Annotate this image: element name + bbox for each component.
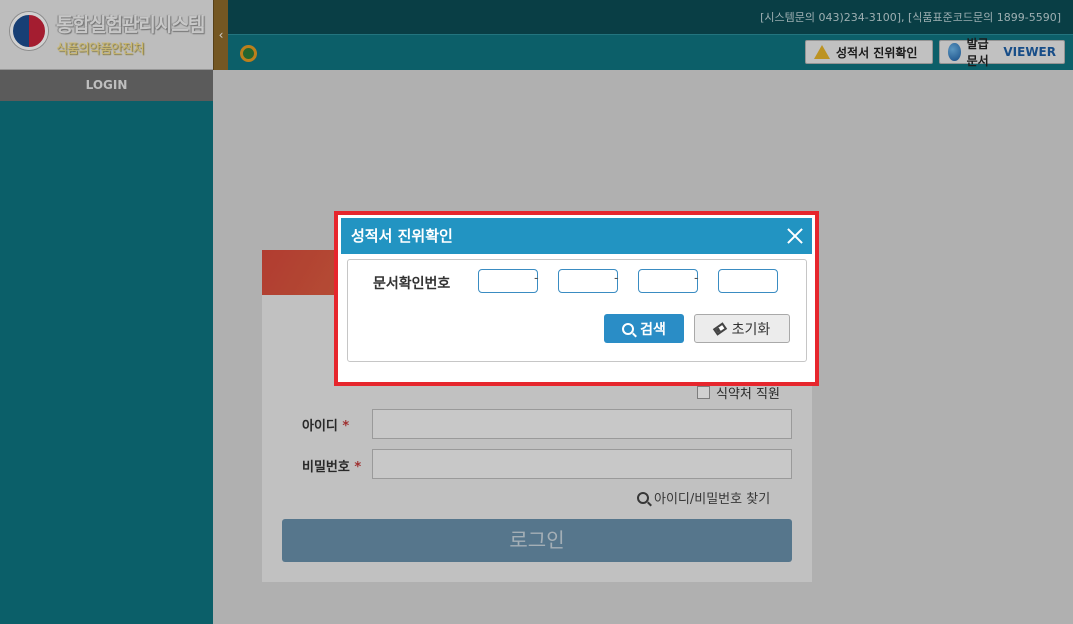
verify-modal: 성적서 진위확인 문서확인번호 - - - 검색 초기화	[334, 211, 819, 386]
separator: -	[694, 271, 699, 286]
eraser-icon	[712, 321, 727, 336]
doc-number-input-4[interactable]	[718, 269, 778, 293]
doc-number-input-1[interactable]	[478, 269, 538, 293]
search-button[interactable]: 검색	[604, 314, 684, 343]
close-icon[interactable]	[784, 225, 806, 247]
separator: -	[534, 271, 539, 286]
search-icon	[622, 322, 635, 335]
separator: -	[614, 271, 619, 286]
reset-button-label: 초기화	[731, 321, 771, 338]
search-button-label: 검색	[640, 321, 666, 338]
doc-number-input-2[interactable]	[558, 269, 618, 293]
doc-number-input-3[interactable]	[638, 269, 698, 293]
reset-button[interactable]: 초기화	[694, 314, 790, 343]
modal-header: 성적서 진위확인	[341, 218, 812, 254]
modal-title: 성적서 진위확인	[351, 227, 453, 245]
doc-number-label: 문서확인번호	[373, 276, 451, 292]
modal-body: 문서확인번호 - - - 검색 초기화	[347, 259, 807, 362]
